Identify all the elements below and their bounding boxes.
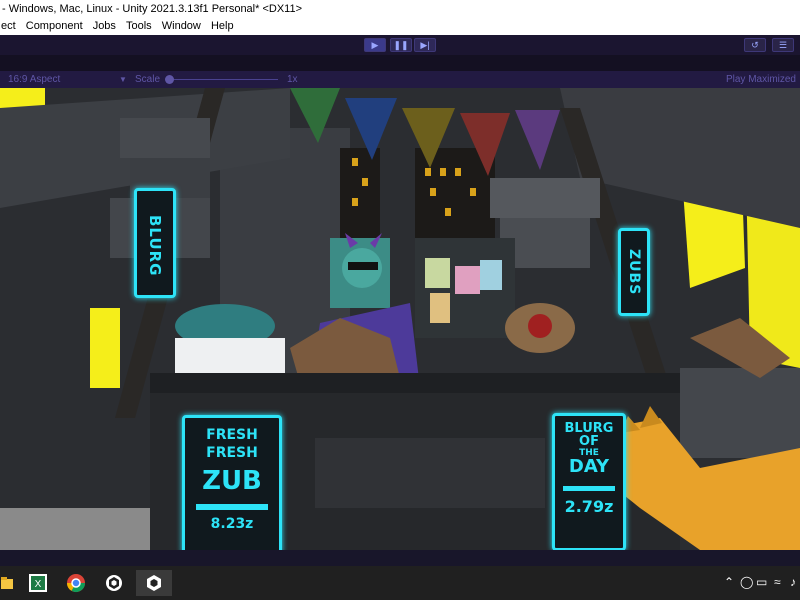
chrome-icon[interactable] (62, 570, 90, 596)
battery-icon[interactable]: ▭ (756, 575, 767, 589)
undo-history-button[interactable]: ↺ (744, 38, 766, 52)
excel-icon[interactable]: X (24, 570, 52, 596)
file-explorer-icon[interactable] (0, 570, 14, 596)
meet-now-icon[interactable]: ◯ (740, 575, 753, 589)
menu-component[interactable]: Component (23, 18, 87, 35)
play-maximized-toggle[interactable]: Play Maximized (726, 71, 796, 88)
fresh-zub-price-board: FRESH FRESH ZUB 8.23z (182, 415, 282, 550)
scale-slider-track[interactable] (170, 79, 278, 80)
scale-value: 1x (287, 74, 298, 85)
board-divider (563, 486, 615, 491)
blurg-of-the-day-board: BLURG OF THE DAY 2.79z (552, 413, 626, 550)
zubs-sign-text: ZUBS (626, 248, 642, 296)
game-view-bottom-bar (0, 550, 800, 566)
board-price: 8.23z (210, 516, 254, 532)
board-line: DAY (568, 456, 610, 477)
board-line: OF (579, 434, 599, 449)
step-button[interactable]: ▶| (414, 38, 436, 52)
board-line: ZUB (202, 466, 262, 496)
game-viewport[interactable]: BLURG ZUBS FRESH FRESH ZUB 8.23z BLURG O… (0, 88, 800, 550)
history-icon: ↺ (751, 39, 759, 50)
unity-hub-icon[interactable] (100, 570, 128, 596)
wifi-icon[interactable]: ≈ (774, 575, 781, 589)
layers-icon: ☰ (778, 39, 788, 50)
system-tray: ⌃ ◯ ▭ ≈ ♪ (720, 566, 800, 600)
step-icon: ▶| (420, 39, 430, 50)
board-line: FRESH (206, 427, 258, 443)
menu-bar: ect Component Jobs Tools Window Help (0, 18, 800, 35)
pause-button[interactable]: ❚❚ (390, 38, 412, 52)
scale-label: Scale (135, 74, 161, 85)
scale-slider-handle[interactable] (165, 75, 174, 84)
svg-text:X: X (35, 579, 42, 590)
window-title-bar: - Windows, Mac, Linux - Unity 2021.3.13f… (0, 0, 800, 18)
pause-icon: ❚❚ (393, 39, 409, 50)
window-title: - Windows, Mac, Linux - Unity 2021.3.13f… (2, 3, 303, 15)
blurg-sign-text: BLURG (146, 215, 164, 277)
board-divider (196, 504, 268, 510)
windows-taskbar: X ⌃ ◯ ▭ ≈ ♪ (0, 566, 800, 600)
blurg-sign: BLURG (134, 188, 176, 298)
menu-help[interactable]: Help (208, 18, 238, 35)
board-line: FRESH (206, 445, 258, 461)
menu-tools[interactable]: Tools (123, 18, 156, 35)
menu-window[interactable]: Window (159, 18, 205, 35)
zubs-sign: ZUBS (618, 228, 650, 316)
aspect-dropdown[interactable]: 16:9 Aspect (8, 71, 60, 88)
volume-icon[interactable]: ♪ (790, 575, 796, 589)
menu-project[interactable]: ect (0, 18, 20, 35)
board-price: 2.79z (564, 497, 614, 516)
menu-jobs[interactable]: Jobs (90, 18, 120, 35)
game-scene (0, 88, 800, 550)
layers-button[interactable]: ☰ (772, 38, 794, 52)
game-view-toolbar: 16:9 Aspect ▼ Scale 1x Play Maximized (0, 71, 800, 88)
chevron-down-icon[interactable]: ▼ (119, 71, 127, 88)
unity-icon[interactable] (136, 570, 172, 596)
play-toolbar: ▶ ❚❚ ▶| ↺ ☰ (0, 35, 800, 55)
toolbar-separator (0, 55, 800, 71)
play-button[interactable]: ▶ (364, 38, 386, 52)
play-icon: ▶ (371, 39, 379, 50)
chevron-up-icon[interactable]: ⌃ (724, 575, 734, 589)
